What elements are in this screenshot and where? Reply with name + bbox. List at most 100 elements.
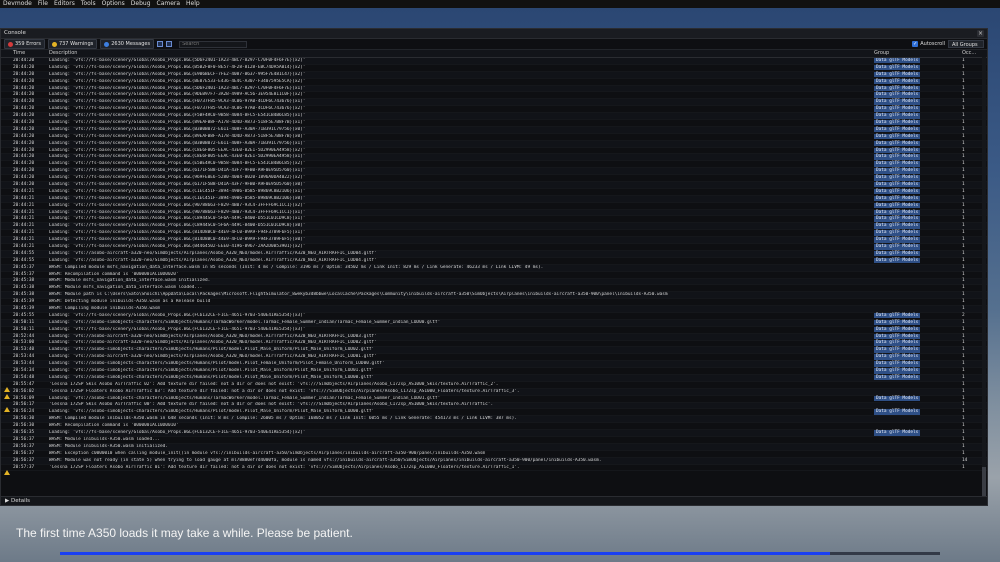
row-icon-cell [1,141,11,147]
autoscroll-toggle[interactable]: ✓ Autoscroll [912,41,945,47]
copy-icon[interactable] [166,41,173,47]
menu-item-camera[interactable]: Camera [157,0,181,8]
table-row[interactable]: 20:56:37 WASM: Module inibuilds-A350.wasm… [1,437,987,444]
table-row[interactable]: 20:44:20 Loading: 'vfs://fs-base/scenery/… [1,140,987,148]
group-badge: Data glTF Models [874,195,921,202]
table-row[interactable]: 20:50:11 Loading: 'vfs://asobo-simobjects… [1,319,987,327]
messages-filter-button[interactable]: 2630 Messages [100,39,155,49]
table-row[interactable]: 20:54:48 Loading: 'vfs://asobo-simobjects… [1,374,987,382]
table-row[interactable]: 20:53:00 Loading: 'vfs://asobo-aircraft-a… [1,340,987,348]
table-row[interactable]: 20:44:20 Loading: 'vfs://fs-base/scenery/… [1,78,987,86]
table-row[interactable]: 20:45:39 WASM: Detecting module inibuilds… [1,299,987,307]
table-row[interactable]: 20:45:39 WASM: Compiling module inibuilds… [1,306,987,313]
menu-item-devmode[interactable]: Devmode [3,0,32,8]
row-group-cell: Data glTF Models [874,71,962,78]
scrollbar[interactable] [982,57,986,497]
row-description: Loading: 'vfs://fs-base/scenery/Global/A… [49,78,306,84]
loading-message: The first time A350 loads it may take a … [16,526,353,540]
row-group-cell: Data glTF Models [874,202,962,209]
table-row[interactable]: 20:44:20 Loading: 'vfs://fs-base/scenery/… [1,106,987,114]
table-row[interactable]: 20:44:21 Loading: 'vfs://fs-base/scenery/… [1,223,987,231]
errors-filter-button[interactable]: 359 Errors [4,39,45,49]
table-row[interactable]: 20:44:21 Loading: 'vfs://fs-base/scenery/… [1,237,987,245]
table-row[interactable]: 20:56:37 WASM: Exception c0000010 when ca… [1,451,987,458]
row-time: 20:45:39 [13,306,35,312]
menu-item-tools[interactable]: Tools [81,0,96,8]
table-row[interactable]: 20:44:20 Loading: 'vfs://fs-base/scenery/… [1,181,987,189]
table-row[interactable]: 20:57:37 'Cessna 172SP Floaters Asobo Air… [1,464,987,475]
table-row[interactable]: 20:44:20 Loading: 'vfs://fs-base/scenery/… [1,133,987,141]
table-row[interactable]: 20:44:20 Loading: 'vfs://fs-base/scenery/… [1,71,987,79]
table-row[interactable]: 20:44:20 Loading: 'vfs://fs-base/scenery/… [1,161,987,169]
table-row[interactable]: 20:44:20 Loading: 'vfs://fs-base/scenery/… [1,168,987,176]
console-titlebar: Console × [1,29,987,39]
table-row[interactable]: 20:44:21 Loading: 'vfs://fs-base/scenery/… [1,216,987,224]
table-row[interactable]: 20:44:20 Loading: 'vfs://fs-base/scenery/… [1,126,987,134]
table-row[interactable]: 20:44:20 Loading: 'vfs://fs-base/scenery/… [1,154,987,162]
row-group-cell: Data glTF Models [874,181,962,188]
table-row[interactable]: 20:44:55 Loading: 'vfs://asobo-aircraft-a… [1,257,987,265]
table-row[interactable]: 20:45:38 WASM: Module msfs_navigation_dat… [1,278,987,286]
table-row[interactable]: 20:56:35 Loading: 'vfs://fs-base/scenery/… [1,430,987,437]
table-row[interactable]: 20:44:55 Loading: 'vfs://asobo-aircraft-a… [1,250,987,258]
table-row[interactable]: 20:53:44 Loading: 'vfs://asobo-simobjects… [1,361,987,369]
table-row[interactable]: 20:45:38 WASM: Module path is C:\Users\Sa… [1,292,987,300]
table-row[interactable]: 20:56:02 'Cessna 172SP Floaters Asobo Air… [1,388,987,399]
clear-icon[interactable] [157,41,164,47]
table-row[interactable]: 20:44:20 Loading: 'vfs://fs-base/scenery/… [1,85,987,93]
table-row[interactable]: 20:44:20 Loading: 'vfs://fs-base/scenery/… [1,113,987,121]
group-select[interactable]: All Groups [948,40,984,48]
menu-item-file[interactable]: File [38,0,48,8]
menu-item-editors[interactable]: Editors [54,0,75,8]
table-row[interactable]: 20:44:20 Loading: 'vfs://fs-base/scenery/… [1,147,987,155]
table-row[interactable]: 20:44:21 Loading: 'vfs://fs-base/scenery/… [1,195,987,203]
table-row[interactable]: 20:45:38 WASM: Module msfs_navigation_dat… [1,285,987,293]
table-row[interactable]: 20:53:44 Loading: 'vfs://asobo-aircraft-a… [1,354,987,362]
header-group[interactable]: Group [874,50,962,57]
details-expander[interactable]: ▶ Details [1,496,987,505]
table-row[interactable]: 20:44:20 Loading: 'vfs://fs-base/scenery/… [1,119,987,127]
checkbox-checked-icon[interactable]: ✓ [912,41,919,47]
table-row[interactable]: 20:56:09 Loading: 'vfs://asobo-simobjects… [1,395,987,403]
table-row[interactable]: 20:56:24 Loading: 'vfs://asobo-simobjects… [1,409,987,417]
table-row[interactable]: 20:45:55 Loading: 'vfs://fs-base/scenery/… [1,312,987,320]
warnings-filter-button[interactable]: 737 Warnings [47,39,98,49]
table-row[interactable]: 20:54:34 Loading: 'vfs://asobo-simobjects… [1,368,987,375]
table-row[interactable]: 20:44:20 Loading: 'vfs://fs-base/scenery/… [1,92,987,100]
search-input[interactable] [179,40,248,48]
table-row[interactable]: 20:53:40 Loading: 'vfs://asobo-simobjects… [1,347,987,355]
table-row[interactable]: 20:52:44 Loading: 'vfs://asobo-aircraft-a… [1,333,987,341]
menu-item-options[interactable]: Options [102,0,125,8]
table-row[interactable]: 20:44:20 Loading: 'vfs://fs-base/scenery/… [1,64,987,72]
table-row[interactable]: 20:44:20 Loading: 'vfs://fs-base/scenery/… [1,58,987,65]
table-row[interactable]: 20:44:20 Loading: 'vfs://fs-base/scenery/… [1,175,987,183]
table-row[interactable]: 20:56:30 WASM: Recompilation command is '… [1,423,987,431]
row-time: 20:57:37 [13,464,35,470]
table-row[interactable]: 20:44:21 Loading: 'vfs://fs-base/scenery/… [1,188,987,196]
row-description: Loading: 'vfs://fs-base/scenery/Global/A… [49,161,306,167]
table-row[interactable]: 20:56:17 'Cessna 172SP Skis Asobo AirTraf… [1,402,987,413]
table-row[interactable]: 20:44:21 Loading: 'vfs://fs-base/scenery/… [1,244,987,251]
table-row[interactable]: 20:56:37 WASM: Module inibuilds-A350.wasm… [1,444,987,451]
table-row[interactable]: 20:56:37 WASM: Module was not ready (in s… [1,458,987,465]
table-row[interactable]: 20:55:47 'Cessna 172SP Skis Asobo AirTraf… [1,381,987,392]
row-description: Loading: 'vfs://fs-base/scenery/Global/A… [49,326,306,332]
table-row[interactable]: 20:44:20 Loading: 'vfs://fs-base/scenery/… [1,99,987,107]
table-row[interactable]: 20:45:37 WASM: Recompilation command is '… [1,272,987,279]
table-row[interactable]: 20:44:21 Loading: 'vfs://fs-base/scenery/… [1,202,987,210]
header-occurrences[interactable]: Occ... [962,50,984,57]
menu-item-debug[interactable]: Debug [131,0,151,8]
table-row[interactable]: 20:44:21 Loading: 'vfs://fs-base/scenery/… [1,209,987,217]
close-button[interactable]: × [977,30,984,37]
table-row[interactable]: 20:50:11 Loading: 'vfs://fs-base/scenery/… [1,326,987,334]
table-row[interactable]: 20:45:37 WASM: Compiled module msfs_navig… [1,265,987,272]
row-occurrences: 1 [962,278,965,284]
table-row[interactable]: 20:56:30 WASM: Compiled module inibuilds-… [1,416,987,424]
scrollbar-thumb[interactable] [982,467,986,497]
header-time[interactable]: Time [11,50,49,57]
row-icon-cell [1,409,11,415]
header-description[interactable]: Description [49,50,874,57]
row-time: 20:56:17 [13,402,35,408]
table-row[interactable]: 20:44:21 Loading: 'vfs://fs-base/scenery/… [1,230,987,238]
menu-item-help[interactable]: Help [186,0,200,8]
